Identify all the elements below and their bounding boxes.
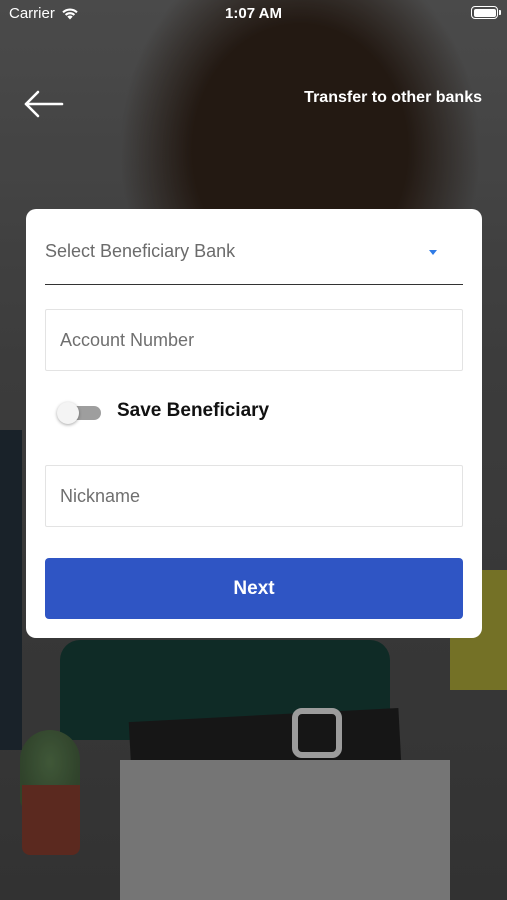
status-time: 1:07 AM [225, 5, 282, 22]
next-button[interactable]: Next [45, 558, 463, 619]
status-bar: Carrier 1:07 AM [0, 0, 507, 28]
page-title: Transfer to other banks [304, 89, 482, 106]
transfer-form-card: Select Beneficiary Bank Save Beneficiary… [26, 209, 482, 638]
save-beneficiary-label: Save Beneficiary [117, 400, 270, 421]
back-button[interactable] [22, 88, 66, 120]
battery-icon [471, 6, 501, 19]
save-beneficiary-row: Save Beneficiary [57, 395, 269, 427]
nickname-input[interactable] [46, 466, 462, 526]
beneficiary-bank-select[interactable]: Select Beneficiary Bank [45, 229, 463, 285]
save-beneficiary-toggle[interactable] [57, 400, 101, 424]
nickname-field [45, 465, 463, 527]
bank-select-label: Select Beneficiary Bank [45, 241, 236, 261]
arrow-left-icon [24, 90, 64, 118]
caret-down-icon [429, 250, 437, 255]
account-number-field [45, 309, 463, 371]
account-number-input[interactable] [46, 310, 462, 370]
